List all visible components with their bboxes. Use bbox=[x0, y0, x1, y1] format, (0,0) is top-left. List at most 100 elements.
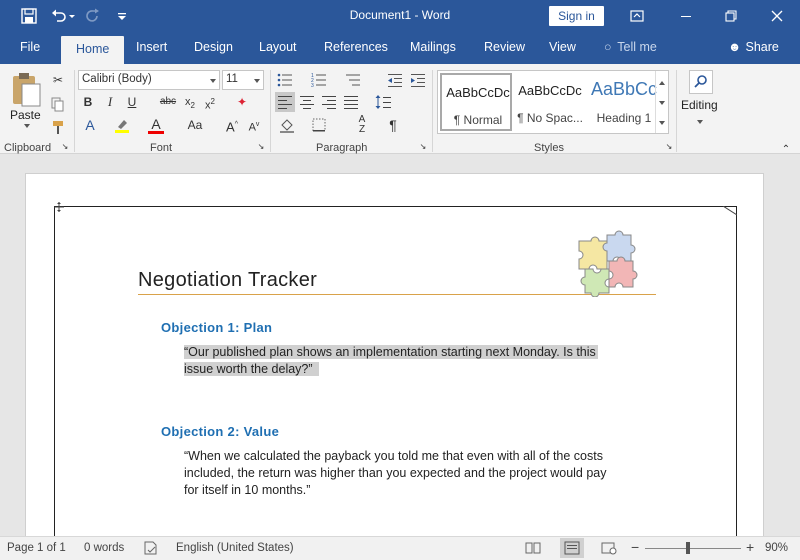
zoom-slider[interactable] bbox=[645, 542, 741, 554]
font-name-dropdown[interactable]: Calibri (Body) bbox=[78, 70, 220, 90]
ribbon-home: Paste ✂ Clipboard ↘ Calibri (Body) 11 B … bbox=[0, 64, 800, 168]
styles-scrollbar[interactable] bbox=[655, 71, 669, 133]
underline-icon[interactable]: U bbox=[122, 92, 142, 112]
restore-icon[interactable] bbox=[721, 6, 741, 26]
ribbon-tabs: File Home Insert Design Layout Reference… bbox=[0, 32, 800, 64]
tab-view[interactable]: View bbox=[549, 40, 576, 54]
sort-icon[interactable]: AZ bbox=[352, 115, 372, 135]
increase-indent-icon[interactable] bbox=[408, 70, 428, 90]
decrease-indent-icon[interactable] bbox=[385, 70, 405, 90]
superscript-icon[interactable]: x2 bbox=[200, 92, 220, 112]
objection-2-quote[interactable]: “When we calculated the payback you told… bbox=[184, 448, 607, 499]
justify-icon[interactable] bbox=[341, 92, 361, 112]
align-right-icon[interactable] bbox=[319, 92, 339, 112]
style-name: ¶ Normal bbox=[453, 113, 503, 127]
style-no-spacing[interactable]: AaBbCcDc ¶ No Spac... bbox=[514, 73, 586, 131]
tab-insert[interactable]: Insert bbox=[136, 40, 167, 54]
minimize-icon[interactable] bbox=[676, 6, 696, 26]
undo-icon[interactable] bbox=[50, 7, 68, 25]
align-left-icon[interactable] bbox=[275, 92, 295, 112]
tab-home[interactable]: Home bbox=[61, 36, 125, 64]
tab-layout[interactable]: Layout bbox=[259, 40, 297, 54]
multilevel-list-icon[interactable] bbox=[343, 70, 363, 90]
format-painter-icon[interactable] bbox=[48, 117, 68, 137]
shrink-font-icon[interactable]: Av bbox=[244, 115, 264, 135]
subscript-icon[interactable]: x2 bbox=[180, 92, 200, 112]
customize-toolbar-icon[interactable] bbox=[113, 7, 131, 25]
ribbon-display-options-icon[interactable] bbox=[627, 6, 647, 26]
paste-button[interactable]: Paste bbox=[8, 70, 44, 128]
objection-1-heading[interactable]: Objection 1: Plan bbox=[161, 320, 272, 335]
style-preview: AaBbCcDc bbox=[446, 85, 510, 100]
style-heading-1[interactable]: AaBbCc Heading 1 bbox=[588, 73, 660, 131]
save-icon[interactable] bbox=[20, 7, 38, 25]
zoom-in-icon[interactable]: + bbox=[746, 539, 754, 555]
clear-formatting-icon[interactable]: ✦ bbox=[232, 92, 252, 112]
document-title[interactable]: Negotiation Tracker bbox=[138, 269, 317, 292]
move-handle-icon[interactable] bbox=[54, 201, 64, 212]
word-count[interactable]: 0 words bbox=[84, 542, 124, 554]
cut-icon[interactable]: ✂ bbox=[48, 70, 68, 90]
close-icon[interactable] bbox=[767, 6, 787, 26]
clipboard-launcher-icon[interactable]: ↘ bbox=[60, 142, 70, 152]
font-color-icon[interactable]: A bbox=[146, 115, 166, 135]
document-page[interactable]: Negotiation Tracker Objection 1: Plan “O… bbox=[25, 173, 764, 560]
page-count[interactable]: Page 1 of 1 bbox=[7, 542, 66, 554]
font-size-dropdown[interactable]: 11 bbox=[222, 70, 264, 90]
tab-design[interactable]: Design bbox=[194, 40, 233, 54]
highlight-color-icon[interactable] bbox=[112, 115, 132, 135]
web-layout-icon[interactable] bbox=[600, 540, 618, 556]
paste-dropdown-icon bbox=[24, 124, 30, 128]
tab-file[interactable]: File bbox=[20, 40, 40, 54]
proofing-icon[interactable] bbox=[143, 540, 159, 556]
paragraph-launcher-icon[interactable]: ↘ bbox=[418, 142, 428, 152]
styles-launcher-icon[interactable]: ↘ bbox=[664, 142, 674, 152]
read-mode-icon[interactable] bbox=[524, 540, 542, 556]
group-divider bbox=[432, 70, 433, 152]
text-effects-icon[interactable]: A bbox=[80, 115, 100, 135]
zoom-level[interactable]: 90% bbox=[765, 542, 788, 554]
font-launcher-icon[interactable]: ↘ bbox=[256, 142, 266, 152]
quote-line: “Our published plan shows an implementat… bbox=[184, 345, 598, 359]
editing-label: Editing bbox=[681, 98, 718, 112]
numbering-icon[interactable]: 123 bbox=[309, 70, 329, 90]
grow-font-icon[interactable]: A^ bbox=[222, 115, 242, 135]
chevron-up-icon[interactable] bbox=[659, 81, 665, 85]
objection-2-heading[interactable]: Objection 2: Value bbox=[161, 424, 279, 439]
paste-label: Paste bbox=[10, 108, 41, 122]
tab-review[interactable]: Review bbox=[484, 40, 525, 54]
chevron-down-icon[interactable] bbox=[659, 101, 665, 105]
sign-in-button[interactable]: Sign in bbox=[549, 6, 604, 26]
bold-icon[interactable]: B bbox=[78, 92, 98, 112]
language-indicator[interactable]: English (United States) bbox=[176, 542, 294, 554]
tab-references[interactable]: References bbox=[324, 40, 388, 54]
tab-mailings[interactable]: Mailings bbox=[410, 40, 456, 54]
style-name: Heading 1 bbox=[596, 111, 652, 125]
document-canvas[interactable]: Negotiation Tracker Objection 1: Plan “O… bbox=[0, 155, 800, 560]
page-corner-fold bbox=[722, 205, 738, 216]
shading-icon[interactable] bbox=[277, 115, 297, 135]
more-styles-icon[interactable] bbox=[659, 121, 665, 125]
puzzle-pieces-image[interactable] bbox=[571, 229, 641, 298]
word-window: Document1 - Word Sign in File Home Inser… bbox=[0, 0, 800, 560]
objection-1-quote[interactable]: “Our published plan shows an implementat… bbox=[184, 344, 598, 378]
copy-icon[interactable] bbox=[48, 94, 68, 114]
svg-text:3: 3 bbox=[311, 83, 314, 88]
align-center-icon[interactable] bbox=[297, 92, 317, 112]
style-normal[interactable]: AaBbCcDc ¶ Normal bbox=[440, 73, 512, 131]
tell-me-search[interactable]: ○ Tell me bbox=[604, 40, 657, 54]
change-case-icon[interactable]: Aa bbox=[180, 115, 210, 135]
editing-button[interactable]: Editing bbox=[680, 70, 720, 136]
share-button[interactable]: ☻ Share bbox=[728, 40, 779, 54]
print-layout-icon[interactable] bbox=[560, 538, 584, 558]
line-spacing-icon[interactable] bbox=[373, 92, 393, 112]
italic-icon[interactable]: I bbox=[100, 92, 120, 112]
zoom-slider-thumb[interactable] bbox=[686, 542, 690, 554]
bullets-icon[interactable] bbox=[275, 70, 295, 90]
zoom-out-icon[interactable]: − bbox=[631, 539, 639, 555]
borders-icon[interactable] bbox=[309, 115, 329, 135]
show-formatting-marks-icon[interactable]: ¶ bbox=[383, 115, 403, 135]
undo-dropdown-icon[interactable] bbox=[68, 7, 76, 25]
quote-line: “When we calculated the payback you told… bbox=[184, 449, 603, 463]
strikethrough-icon[interactable]: abc bbox=[156, 92, 180, 112]
